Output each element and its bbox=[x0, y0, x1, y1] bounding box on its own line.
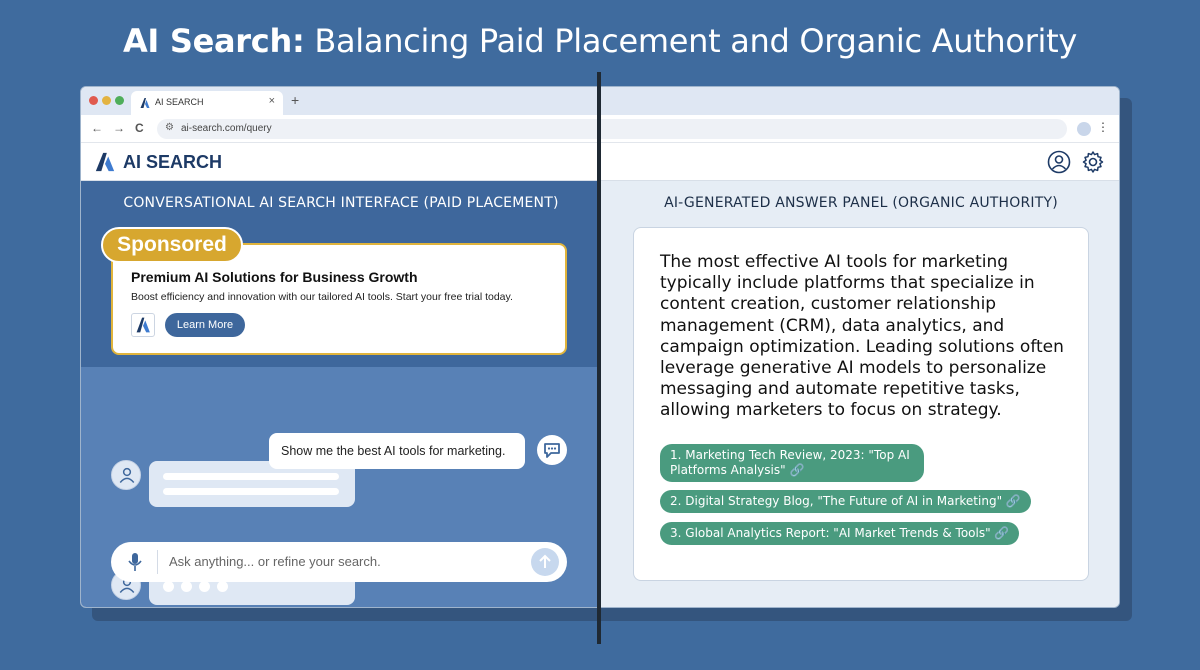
send-button[interactable] bbox=[531, 548, 559, 576]
citation-link[interactable]: 1. Marketing Tech Review, 2023: "Top AI … bbox=[660, 444, 924, 482]
site-settings-icon[interactable]: ⚙ bbox=[165, 122, 174, 133]
paid-placement-panel: CONVERSATIONAL AI SEARCH INTERFACE (PAID… bbox=[81, 181, 601, 607]
ai-search-logo-icon bbox=[140, 98, 150, 108]
search-input[interactable]: Ask anything... or refine your search. bbox=[111, 542, 567, 582]
maximize-window-icon[interactable] bbox=[115, 96, 124, 105]
panel-divider bbox=[597, 72, 601, 644]
search-placeholder: Ask anything... or refine your search. bbox=[169, 554, 381, 569]
back-icon[interactable]: ← bbox=[91, 121, 103, 135]
typing-dot bbox=[163, 581, 174, 592]
user-icon bbox=[119, 467, 135, 483]
ai-search-logo-icon bbox=[95, 152, 115, 172]
page-title-bold: AI Search: bbox=[122, 22, 305, 60]
answer-text: The most effective AI tools for marketin… bbox=[660, 252, 1064, 421]
microphone-icon[interactable] bbox=[127, 552, 143, 572]
typing-dot bbox=[181, 581, 192, 592]
typing-dot bbox=[199, 581, 210, 592]
app-name: AI SEARCH bbox=[123, 152, 223, 172]
forward-icon[interactable]: → bbox=[113, 121, 125, 135]
advertiser-logo-icon bbox=[131, 313, 155, 337]
close-window-icon[interactable] bbox=[89, 96, 98, 105]
new-tab-icon[interactable]: + bbox=[291, 92, 299, 108]
arrow-up-icon bbox=[539, 554, 551, 568]
citation-link[interactable]: 2. Digital Strategy Blog, "The Future of… bbox=[660, 490, 1031, 513]
gear-icon[interactable] bbox=[1081, 150, 1105, 174]
reload-icon[interactable]: C bbox=[135, 121, 144, 135]
organic-authority-panel: AI-GENERATED ANSWER PANEL (ORGANIC AUTHO… bbox=[601, 181, 1119, 607]
browser-profile-icon[interactable] bbox=[1077, 122, 1091, 136]
minimize-window-icon[interactable] bbox=[102, 96, 111, 105]
ad-description: Boost efficiency and innovation with our… bbox=[131, 291, 513, 303]
ad-title: Premium AI Solutions for Business Growth bbox=[131, 269, 418, 285]
ad-region: CONVERSATIONAL AI SEARCH INTERFACE (PAID… bbox=[81, 181, 601, 367]
assistant-avatar bbox=[111, 460, 141, 490]
placeholder-line bbox=[163, 488, 339, 495]
search-separator bbox=[157, 550, 158, 574]
citation-link[interactable]: 3. Global Analytics Report: "AI Market T… bbox=[660, 522, 1020, 545]
typing-dot bbox=[217, 581, 228, 592]
tab-close-icon[interactable]: × bbox=[269, 95, 275, 107]
chat-bubble-icon[interactable] bbox=[537, 435, 567, 465]
url-field[interactable]: ⚙ ai-search.com/query bbox=[157, 119, 1067, 139]
answer-card: The most effective AI tools for marketin… bbox=[633, 227, 1089, 581]
placeholder-line bbox=[163, 473, 339, 480]
right-panel-heading: AI-GENERATED ANSWER PANEL (ORGANIC AUTHO… bbox=[664, 195, 1058, 211]
page-title-rest: Balancing Paid Placement and Organic Aut… bbox=[304, 22, 1078, 60]
url-text: ai-search.com/query bbox=[181, 123, 272, 134]
tab-title: AI SEARCH bbox=[155, 97, 204, 107]
user-icon[interactable] bbox=[1047, 150, 1071, 174]
learn-more-button[interactable]: Learn More bbox=[165, 313, 245, 337]
page-title: AI Search: Balancing Paid Placement and … bbox=[0, 22, 1200, 60]
tab-ai-search[interactable]: AI SEARCH × bbox=[131, 91, 283, 115]
sponsored-badge: Sponsored bbox=[101, 227, 243, 263]
browser-menu-icon[interactable]: ⋮ bbox=[1097, 120, 1109, 134]
left-panel-heading: CONVERSATIONAL AI SEARCH INTERFACE (PAID… bbox=[123, 195, 559, 211]
user-message: Show me the best AI tools for marketing. bbox=[269, 433, 525, 469]
